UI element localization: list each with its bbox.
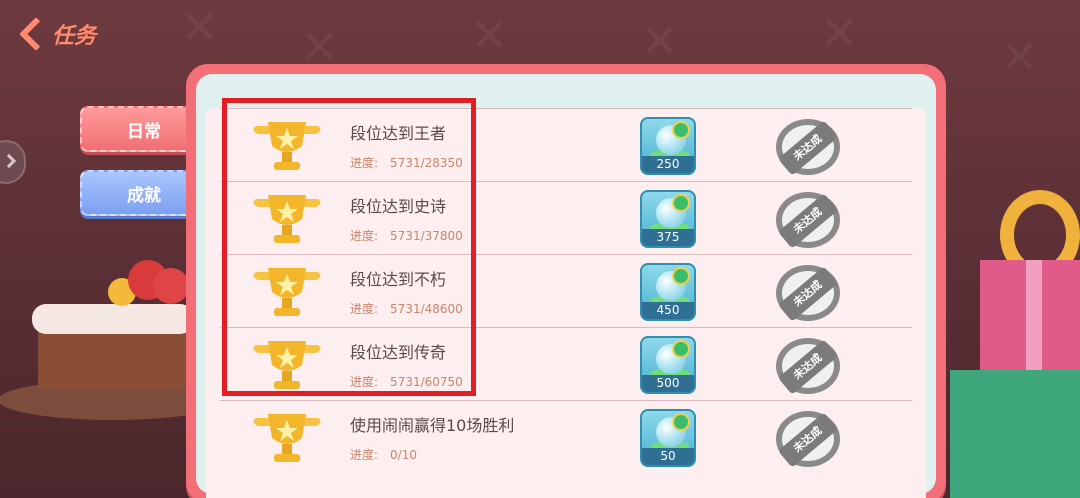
reward-item-icon[interactable]: 500 xyxy=(640,336,696,394)
task-row: 段位达到传奇 进度: 5731/60750 500 未达成 xyxy=(220,327,912,400)
page-title: 任务 xyxy=(52,24,97,49)
task-progress: 进度: 0/10 xyxy=(350,447,417,462)
task-list[interactable]: 段位达到王者 进度: 5731/28350 250 未达成 段位达到史诗 进度:… xyxy=(206,108,926,498)
status-badge: 未达成 xyxy=(774,265,842,322)
reward-count: 50 xyxy=(642,448,694,465)
tab-daily-label: 日常 xyxy=(127,121,161,142)
trophy-icon xyxy=(250,189,324,247)
task-progress: 进度: 5731/60750 xyxy=(350,374,463,389)
task-progress: 进度: 5731/37800 xyxy=(350,228,463,243)
task-row: 段位达到史诗 进度: 5731/37800 375 未达成 xyxy=(220,181,912,254)
task-row: 段位达到不朽 进度: 5731/48600 450 未达成 xyxy=(220,254,912,327)
header: 任务 xyxy=(16,14,96,54)
status-badge: 未达成 xyxy=(774,119,842,176)
status-badge: 未达成 xyxy=(774,411,842,468)
reward-count: 375 xyxy=(642,229,694,246)
back-arrow-icon[interactable] xyxy=(16,16,44,52)
task-panel: 段位达到王者 进度: 5731/28350 250 未达成 段位达到史诗 进度:… xyxy=(186,64,946,498)
reward-item-icon[interactable]: 50 xyxy=(640,409,696,467)
trophy-icon xyxy=(250,116,324,174)
reward-item-icon[interactable]: 450 xyxy=(640,263,696,321)
task-title: 段位达到传奇 xyxy=(350,342,447,362)
task-progress: 进度: 5731/48600 xyxy=(350,301,463,316)
side-panel-toggle[interactable] xyxy=(0,140,26,184)
task-title: 段位达到不朽 xyxy=(350,269,447,289)
task-row: 段位达到王者 进度: 5731/28350 250 未达成 xyxy=(220,108,912,181)
reward-count: 500 xyxy=(642,375,694,392)
gift-box-decoration xyxy=(950,190,1080,498)
reward-count: 250 xyxy=(642,156,694,173)
task-panel-inner: 段位达到王者 进度: 5731/28350 250 未达成 段位达到史诗 进度:… xyxy=(196,74,936,498)
tab-achievement-label: 成就 xyxy=(127,185,161,206)
trophy-icon xyxy=(250,335,324,393)
reward-item-icon[interactable]: 250 xyxy=(640,117,696,175)
task-row: 使用闹闹赢得10场胜利 进度: 0/10 50 未达成 xyxy=(220,400,912,473)
reward-item-icon[interactable]: 375 xyxy=(640,190,696,248)
status-badge: 未达成 xyxy=(774,192,842,249)
chevron-right-icon xyxy=(1,153,17,169)
cake-decoration xyxy=(0,260,228,420)
task-title: 使用闹闹赢得10场胜利 xyxy=(350,415,515,435)
task-title: 段位达到王者 xyxy=(350,123,447,143)
trophy-icon xyxy=(250,262,324,320)
status-badge: 未达成 xyxy=(774,338,842,395)
trophy-icon xyxy=(250,408,324,466)
task-progress: 进度: 5731/28350 xyxy=(350,155,463,170)
task-title: 段位达到史诗 xyxy=(350,196,447,216)
reward-count: 450 xyxy=(642,302,694,319)
